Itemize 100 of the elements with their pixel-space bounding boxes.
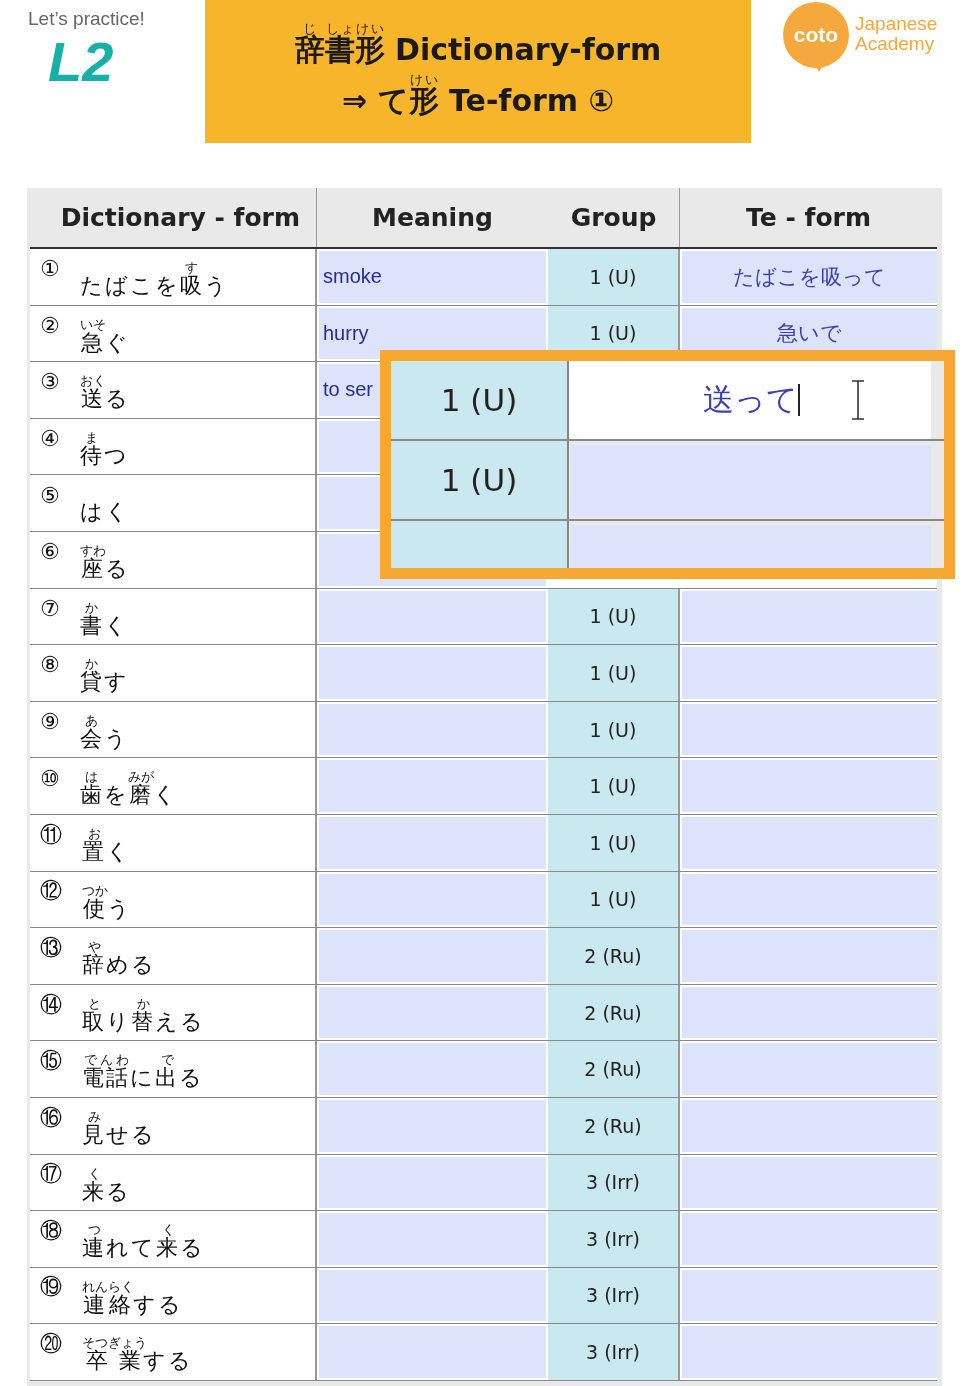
row-number: ⑳ <box>40 1330 62 1359</box>
verb-text: 送 おく る <box>79 374 130 414</box>
row-number: ⑫ <box>40 877 62 906</box>
verb-text: 急 いそ ぐ <box>79 317 130 357</box>
row-number: ⑨ <box>40 709 60 735</box>
text-cursor-icon <box>850 380 866 420</box>
te-form-field[interactable] <box>682 760 937 812</box>
row-number: ⑬ <box>40 933 62 962</box>
te-form-field[interactable] <box>682 1043 937 1095</box>
meaning-field[interactable] <box>319 1099 546 1152</box>
row-number: ① <box>40 256 60 282</box>
te-form-field[interactable] <box>682 816 937 869</box>
meaning-field[interactable] <box>319 873 546 926</box>
group-cell: 2 (Ru) <box>548 984 680 1041</box>
group-cell: 2 (Ru) <box>548 1041 680 1097</box>
row-number: ⑦ <box>40 595 60 621</box>
column-header: Te - form <box>745 202 872 234</box>
te-form-field[interactable] <box>682 1326 937 1378</box>
meaning-field[interactable] <box>319 760 546 812</box>
verb-text: はく <box>79 498 130 527</box>
group-cell: 1 (U) <box>548 701 680 758</box>
row-number: ⑪ <box>40 820 62 849</box>
column-header: Dictionary - form <box>30 188 317 247</box>
group-cell: 3 (Irr) <box>548 1267 680 1324</box>
meaning-field[interactable] <box>319 647 546 699</box>
verb-text: 卒業 そつぎょう する <box>82 1336 193 1376</box>
logo-text: Academy <box>855 33 935 54</box>
verb-text: 見 み せる <box>82 1109 156 1149</box>
group-cell: 1 (U) <box>548 814 680 871</box>
group-cell: 1 (U) <box>391 441 569 519</box>
meaning-field[interactable] <box>319 1043 546 1095</box>
verb-text: 電話 でんわ に 出 で る <box>82 1053 204 1093</box>
typed-text: 送って <box>703 380 798 419</box>
meaning-field[interactable] <box>319 1156 546 1209</box>
group-cell: 1 (U) <box>548 871 680 928</box>
verb-text: 使 つか う <box>82 883 132 923</box>
te-form-field[interactable] <box>682 1156 937 1209</box>
te-form-field[interactable] <box>682 1099 937 1152</box>
row-number: ② <box>40 312 60 338</box>
row-number: ⑧ <box>40 652 60 678</box>
meaning-field[interactable] <box>319 986 546 1039</box>
row-number: ⑥ <box>40 539 60 565</box>
row-number: ⑩ <box>40 765 60 791</box>
verb-text: 辞 や める <box>82 940 156 980</box>
group-cell: 2 (Ru) <box>548 1097 680 1154</box>
te-form-field[interactable] <box>682 873 937 926</box>
te-form-field[interactable] <box>682 1213 937 1265</box>
row-number: ⑲ <box>40 1273 62 1302</box>
verb-text: 歯 は を 磨 みが く <box>79 770 178 810</box>
verb-text: たばこを 吸 す う <box>79 261 229 300</box>
group-cell: 1 (U) <box>548 588 680 645</box>
title-text: 辞 じ 書 しょ 形 けい Dictionary-form <box>294 22 662 69</box>
meaning-field[interactable] <box>319 1213 546 1265</box>
group-cell: 1 (U) <box>391 361 569 439</box>
verb-text: 待 ま つ <box>79 430 129 470</box>
te-form-field[interactable]: たばこを吸って <box>682 251 937 303</box>
meaning-field[interactable] <box>319 1326 546 1378</box>
verb-text: 会 あ う <box>79 713 129 753</box>
row-number: ⑭ <box>40 990 62 1019</box>
meaning-field[interactable] <box>319 816 546 869</box>
verb-text: 書 か く <box>79 600 129 640</box>
verb-text: 取 と り 替 か える <box>82 996 205 1036</box>
te-form-field[interactable] <box>682 647 937 699</box>
level-label: L2 <box>48 34 114 90</box>
group-cell: 2 (Ru) <box>548 928 680 984</box>
verb-text: 置 お く <box>82 826 131 866</box>
row-number: ③ <box>40 369 60 395</box>
te-form-field[interactable] <box>682 986 937 1039</box>
group-cell: 1 (U) <box>548 249 680 305</box>
verb-text: 貸 か す <box>79 657 129 697</box>
meaning-field[interactable] <box>319 590 546 643</box>
meaning-field[interactable]: smoke <box>319 251 546 303</box>
row-number: ⑤ <box>40 482 60 508</box>
group-cell: 3 (Irr) <box>548 1154 680 1211</box>
row-number: ⑰ <box>40 1160 62 1189</box>
group-cell: 1 (U) <box>548 758 680 814</box>
title-text: ⇒ て形 けい Te-form ① <box>342 72 614 120</box>
te-form-field[interactable] <box>682 703 937 756</box>
row-number: ⑯ <box>40 1103 62 1132</box>
group-cell: 3 (Irr) <box>548 1324 680 1380</box>
te-form-field[interactable] <box>682 930 937 982</box>
column-header: Group <box>548 188 680 247</box>
meaning-field[interactable] <box>319 930 546 982</box>
logo-text: Japanese <box>855 14 938 34</box>
row-number: ④ <box>40 426 60 452</box>
meaning-field[interactable] <box>319 703 546 756</box>
verb-text: 連 つ れて 来 く る <box>82 1223 205 1263</box>
column-header: Meaning <box>371 202 494 234</box>
te-form-field[interactable] <box>682 590 937 643</box>
group-cell: 1 (U) <box>548 645 680 701</box>
te-form-field[interactable] <box>682 1269 937 1322</box>
te-form-field[interactable]: 送って <box>569 361 931 439</box>
verb-text: 連絡 れんらく する <box>82 1279 183 1319</box>
verb-text: 座 すわ る <box>79 543 130 583</box>
row-number: ⑱ <box>40 1216 62 1245</box>
row-number: ⑮ <box>40 1047 62 1076</box>
meaning-field[interactable] <box>319 1269 546 1322</box>
subtitle: Let’s practice! <box>28 8 145 30</box>
verb-text: 来 く る <box>82 1166 131 1206</box>
group-cell: 3 (Irr) <box>548 1211 680 1267</box>
